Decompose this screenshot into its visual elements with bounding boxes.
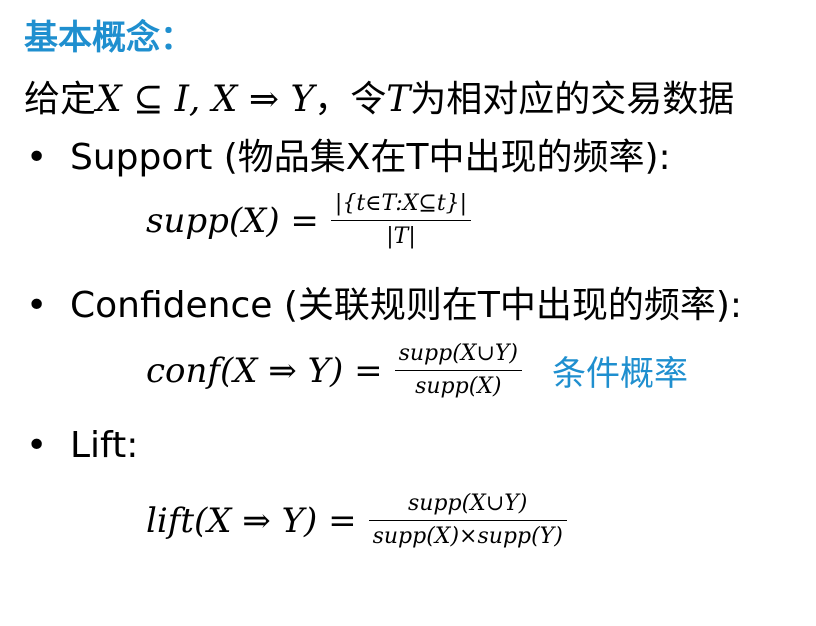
fraction-bar <box>394 370 522 371</box>
bullet-lift: • Lift: <box>26 425 138 466</box>
bullet-dot-icon: • <box>26 137 48 178</box>
intro-suffix: 为相对应的交易数据 <box>410 79 735 120</box>
formula-support-fraction: |{t∈T:X⊆t}| |T| <box>330 190 472 251</box>
formula-support-numerator: |{t∈T:X⊆t}| <box>334 191 468 216</box>
formula-support: supp(X) = |{t∈T:X⊆t}| |T| <box>146 190 472 251</box>
bullet-confidence: • Confidence (关联规则在T中出现的频率): <box>26 276 742 328</box>
intro-math: X ⊆ I, X ⇒ Y <box>96 79 315 120</box>
bullet-support-label: Support (物品集X在T中出现的频率): <box>70 137 671 178</box>
fraction-bar <box>330 220 472 221</box>
formula-support-denominator: |T| <box>386 224 416 249</box>
formula-confidence-denominator: supp(X) <box>415 374 502 399</box>
formula-confidence-numerator: supp(X∪Y) <box>398 341 518 366</box>
formula-lift-fraction: supp(X∪Y) supp(X)×supp(Y) <box>368 490 567 551</box>
formula-lift-lhs: lift(X ⇒ Y) = <box>146 500 357 541</box>
formula-confidence-fraction: supp(X∪Y) supp(X) <box>394 340 522 401</box>
fraction-bar <box>368 520 567 521</box>
formula-confidence-lhs: conf(X ⇒ Y) = <box>146 350 383 391</box>
bullet-confidence-label: Confidence (关联规则在T中出现的频率): <box>70 285 743 326</box>
bullet-dot-icon: • <box>26 425 48 466</box>
intro-math-t: T <box>386 79 411 120</box>
formula-lift-denominator: supp(X)×supp(Y) <box>372 524 563 549</box>
intro-middle: ，令 <box>314 79 387 120</box>
formula-lift-numerator: supp(X∪Y) <box>407 491 528 516</box>
bullet-support: • Support (物品集X在T中出现的频率): <box>26 128 671 180</box>
bullet-dot-icon: • <box>26 285 48 326</box>
conditional-probability-note: 条件概率 <box>552 354 688 394</box>
slide-title: 基本概念： <box>24 18 194 58</box>
formula-support-lhs: supp(X) = <box>146 200 319 241</box>
bullet-lift-label: Lift: <box>70 425 139 466</box>
intro-prefix: 给定 <box>24 79 97 120</box>
formula-lift: lift(X ⇒ Y) = supp(X∪Y) supp(X)×supp(Y) <box>146 490 567 551</box>
formula-confidence: conf(X ⇒ Y) = supp(X∪Y) supp(X) 条件概率 <box>146 340 688 401</box>
intro-line: 给定X ⊆ I, X ⇒ Y，令T为相对应的交易数据 <box>24 70 734 122</box>
